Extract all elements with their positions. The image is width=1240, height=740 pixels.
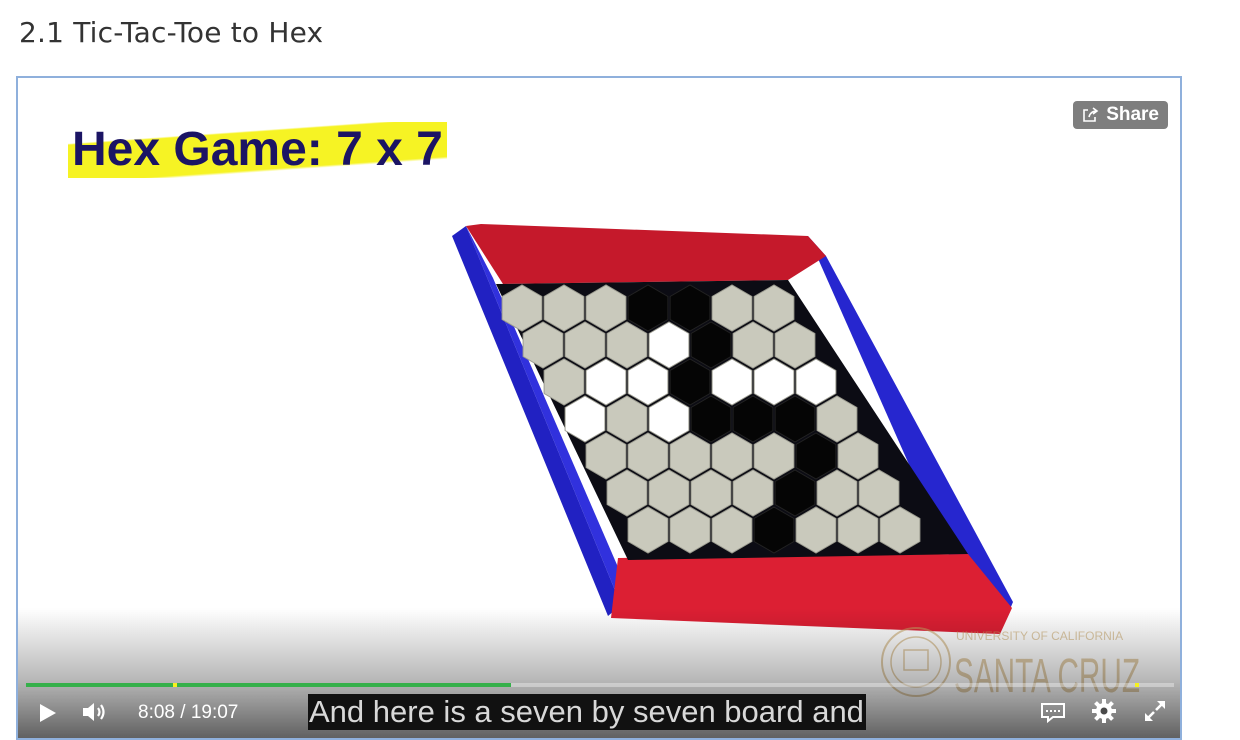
logo-line-1: UNIVERSITY OF CALIFORNIA <box>956 629 1123 643</box>
fullscreen-button[interactable] <box>1142 698 1168 724</box>
share-icon <box>1083 107 1099 122</box>
duration: 19:07 <box>190 702 239 723</box>
share-label: Share <box>1106 104 1159 125</box>
chapter-marker[interactable] <box>172 683 177 687</box>
play-button[interactable] <box>38 702 58 724</box>
page-title: 2.1 Tic-Tac-Toe to Hex <box>19 16 324 49</box>
progress-bar[interactable] <box>26 683 1174 687</box>
video-player[interactable]: Hex Game: 7 x 7 Share UNIVERSITY OF CALI… <box>16 76 1182 740</box>
caption-text: And here is a seven by seven board and <box>308 694 866 730</box>
play-icon <box>40 704 56 722</box>
board-red-edge-bottom <box>611 554 1012 634</box>
time-separator: / <box>174 702 191 723</box>
volume-button[interactable] <box>81 700 109 724</box>
volume-icon <box>83 703 105 721</box>
control-bar: 8:08 / 19:07 And here is a seven by seve… <box>18 692 1180 732</box>
slide-title: Hex Game: 7 x 7 <box>68 122 447 178</box>
captions-button[interactable] <box>1039 700 1067 724</box>
closed-captions-icon <box>1041 703 1065 724</box>
chapter-marker[interactable] <box>1134 683 1139 687</box>
gear-icon <box>1092 699 1116 723</box>
board-red-edge-top <box>466 224 826 284</box>
progress-played <box>26 683 512 687</box>
current-time: 8:08 <box>138 702 175 723</box>
share-button[interactable]: Share <box>1073 101 1168 129</box>
settings-button[interactable] <box>1091 698 1117 724</box>
fullscreen-icon <box>1145 701 1165 721</box>
time-display: 8:08 / 19:07 <box>138 702 238 724</box>
